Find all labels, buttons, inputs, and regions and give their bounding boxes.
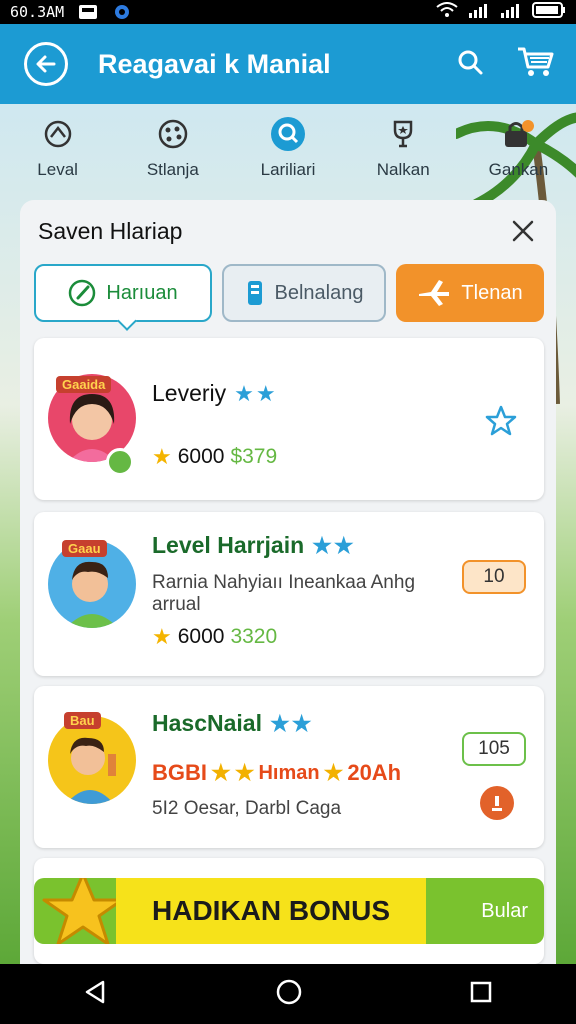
promo-text: BGBI ★ ★ Hıman ★ 20Ah (152, 760, 401, 786)
avatar-badge: Gaau (62, 540, 107, 557)
info-button[interactable] (480, 786, 514, 820)
category-label: Nalkan (376, 160, 430, 179)
category-label: Gankan (488, 160, 549, 179)
promo-duration: 20Ah (347, 760, 402, 785)
item-title-text: HascNaial (152, 710, 262, 736)
rating-stars-icon: ★★ (269, 711, 314, 736)
filter-tabs: Harıuan Belnalang Tlenan (34, 264, 544, 322)
bonus-banner[interactable]: HADIKAN BONUS Bular (34, 878, 544, 944)
signal-icon (468, 2, 490, 23)
signal-icon-2 (500, 2, 522, 23)
panel-title: Saven Hlariap (38, 218, 183, 244)
list-item[interactable]: Gaaida Leveriy ★★ ★ 6000 $379 (34, 338, 544, 500)
item-description: Rarnia Nahyiaıı Ineankaa Anhg arrual (152, 572, 416, 615)
star-icon: ★ (152, 444, 172, 469)
back-button[interactable] (24, 42, 68, 86)
star-icon: ★ (323, 760, 344, 785)
category-lariliari[interactable]: Lariliari (230, 114, 345, 194)
battery-icon (532, 1, 566, 23)
cart-button[interactable] (516, 45, 554, 84)
nav-recents-button[interactable] (469, 980, 493, 1009)
wifi-icon (436, 1, 458, 23)
tab-label: Harıuan (106, 281, 178, 304)
category-label: Stlanja (146, 160, 199, 179)
back-triangle-icon (85, 980, 105, 1003)
tab-tlenan[interactable]: Tlenan (396, 264, 544, 322)
item-title: Leveriy ★★ (152, 380, 278, 407)
item-meta: ★ 6000 3320 (152, 624, 277, 650)
item-points: 6000 (177, 625, 225, 648)
item-points: 6000 (177, 445, 225, 468)
star-icon: ★ (234, 760, 255, 785)
item-price: $379 (230, 445, 278, 468)
settings-gear-icon (112, 2, 132, 22)
list-item[interactable]: Gaau Level Harrjain ★★ Rarnia Nahyiaıı In… (34, 512, 544, 676)
rating-stars-icon: ★★ (234, 381, 278, 406)
saved-panel: Saven Hlariap Harıuan Belnalang Tlenan G… (20, 200, 556, 964)
arrow-left-icon (36, 55, 56, 73)
count-badge: 10 (462, 560, 526, 594)
cart-icon (518, 47, 554, 76)
search-icon (458, 50, 483, 74)
lock-icon (501, 114, 535, 154)
item-title-text: Leveriy (152, 380, 227, 406)
tab-label: Belnalang (274, 281, 364, 304)
nav-home-button[interactable] (275, 978, 303, 1011)
category-gankan[interactable]: Gankan (461, 114, 576, 194)
puzzle-icon (43, 114, 73, 154)
favorite-button[interactable] (484, 404, 518, 443)
promo-label: Hıman (258, 761, 320, 784)
promo-code: BGBI (152, 760, 207, 785)
star-outline-icon (485, 405, 517, 436)
status-time: 60.3AM (10, 3, 65, 21)
search-circle-icon (270, 114, 306, 154)
status-bar: 60.3AM (0, 0, 576, 24)
item-price: 3320 (230, 625, 278, 648)
bonus-title: HADIKAN BONUS (116, 878, 426, 944)
category-nalkan[interactable]: Nalkan (346, 114, 461, 194)
close-button[interactable] (508, 216, 538, 246)
search-button[interactable] (456, 48, 484, 81)
bonus-card[interactable]: HADIKAN BONUS Bular (34, 858, 544, 964)
sim-icon (78, 4, 98, 20)
rating-stars-icon: ★★ (312, 533, 356, 558)
tab-belnalang[interactable]: Belnalang (222, 264, 386, 322)
home-circle-icon (276, 979, 302, 1004)
tab-label: Tlenan (461, 281, 523, 304)
category-label: Leval (37, 160, 78, 179)
recents-square-icon (470, 981, 492, 1002)
system-nav-bar (0, 964, 576, 1024)
page-title: Reagavai k Manial (98, 48, 331, 79)
star-icon: ★ (152, 624, 172, 649)
avatar-badge: Bau (64, 712, 101, 729)
category-label: Lariliari (260, 160, 316, 179)
star-icon: ★ (211, 760, 231, 785)
item-title: HascNaial ★★ (152, 710, 313, 737)
app-bar: Reagavai k Manial (0, 24, 576, 104)
avatar-badge: Gaaida (56, 376, 112, 393)
airplane-icon (419, 280, 450, 306)
info-icon (492, 796, 502, 811)
category-leval[interactable]: Leval (0, 114, 115, 194)
trophy-icon (387, 114, 419, 154)
item-description: 5I2 Oesar, Darbl Caga (152, 798, 342, 819)
item-title: Level Harrjain ★★ (152, 532, 356, 559)
item-title-text: Level Harrjain (152, 532, 305, 558)
check-circle-icon (69, 279, 96, 307)
tab-hariuan[interactable]: Harıuan (34, 264, 212, 322)
palette-icon (157, 114, 189, 154)
close-icon (512, 220, 534, 242)
nav-back-button[interactable] (83, 979, 109, 1010)
gold-star-icon (42, 878, 124, 944)
item-meta: ★ 6000 $379 (152, 444, 277, 470)
bonus-side-label: Bular (481, 899, 528, 922)
count-badge: 105 (462, 732, 526, 766)
category-strip: Leval Stlanja Lariliari Nalkan Gankan (0, 114, 576, 194)
list-item[interactable]: Bau HascNaial ★★ BGBI ★ ★ Hıman ★ 20Ah 5I… (34, 686, 544, 848)
phone-icon (247, 281, 262, 305)
avatar (48, 716, 136, 804)
category-stlanja[interactable]: Stlanja (115, 114, 230, 194)
verified-badge-icon (106, 448, 134, 476)
